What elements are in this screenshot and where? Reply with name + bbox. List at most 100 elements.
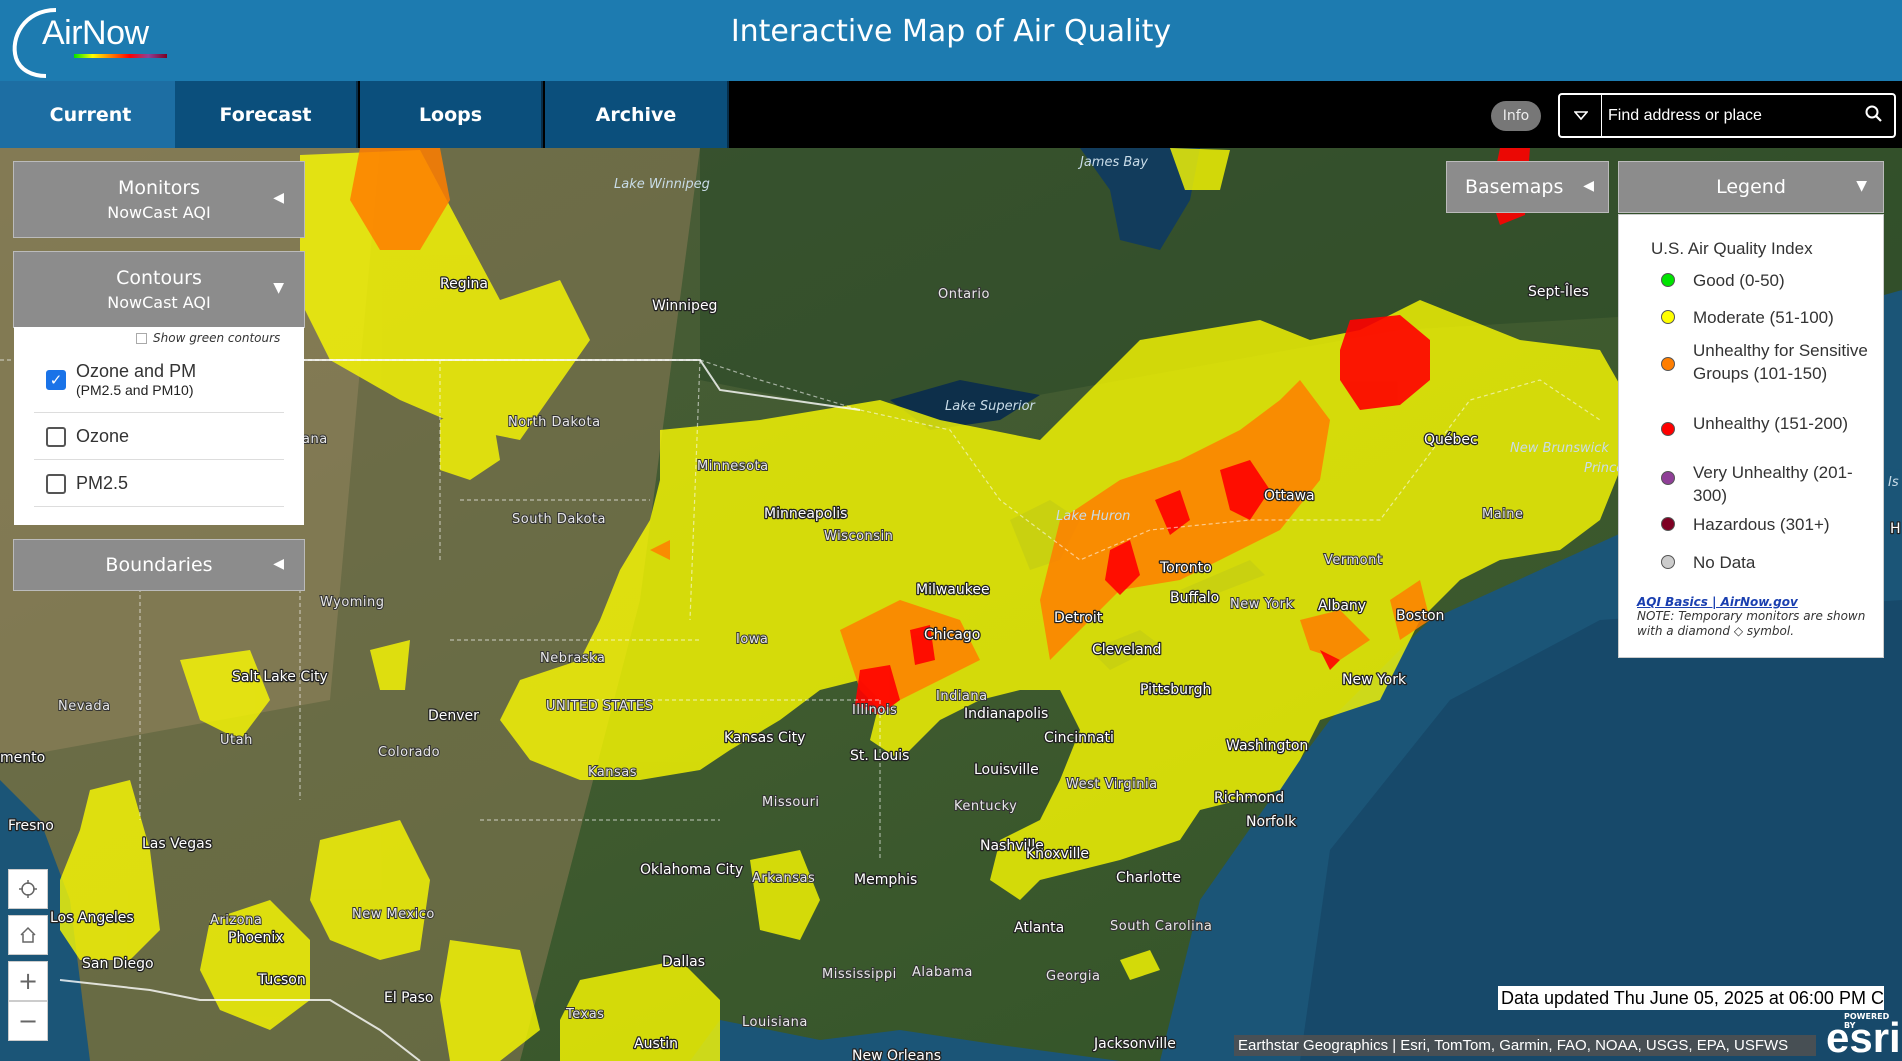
label-utah: Utah [220, 733, 253, 748]
label-buffalo: Buffalo [1170, 590, 1219, 606]
label-lake-winnipeg: Lake Winnipeg [614, 177, 710, 192]
basemaps-panel-header[interactable]: Basemaps ◀ [1446, 161, 1609, 213]
contours-panel-header[interactable]: Contours NowCast AQI ▼ [13, 251, 305, 328]
contours-panel-body: Show green contours ✓ Ozone and PM (PM2.… [14, 327, 304, 525]
legend-item-moderate: Moderate (51-100) [1661, 306, 1871, 329]
legend-label: No Data [1693, 553, 1756, 572]
label-los-angeles: Los Angeles [50, 910, 134, 926]
contours-title: Contours [116, 267, 202, 289]
ozone-checkbox[interactable] [46, 426, 66, 447]
legend-panel-header[interactable]: Legend ▼ [1618, 161, 1884, 213]
label-jacksonville: Jacksonville [1093, 1036, 1176, 1052]
boundaries-title: Boundaries [105, 554, 213, 576]
label-phoenix: Phoenix [228, 930, 284, 946]
label-cincinnati: Cincinnati [1044, 730, 1114, 746]
no-data-color-dot [1661, 555, 1675, 569]
caret-down-icon: ▼ [1856, 178, 1867, 194]
search-options-dropdown[interactable] [1560, 95, 1602, 136]
header: AirNow Interactive Map of Air Quality [0, 0, 1902, 81]
good-color-dot [1661, 273, 1675, 287]
label-atlanta: Atlanta [1014, 920, 1064, 936]
label-norfolk: Norfolk [1246, 814, 1297, 830]
aqi-basics-link[interactable]: AQI Basics | AirNow.gov [1637, 595, 1798, 609]
zoom-in-button[interactable]: + [8, 961, 48, 1001]
label-cleveland: Cleveland [1092, 642, 1161, 658]
hazardous-color-dot [1661, 517, 1675, 531]
very-unhealthy-color-dot [1661, 471, 1675, 485]
tab-loops[interactable]: Loops [360, 81, 543, 148]
label-south-dakota: South Dakota [512, 512, 606, 527]
label-charlotte: Charlotte [1116, 870, 1181, 886]
option-pm25[interactable]: PM2.5 [34, 461, 284, 507]
legend-item-good: Good (0-50) [1661, 269, 1871, 292]
tab-current[interactable]: Current [0, 81, 183, 148]
locate-button[interactable] [8, 869, 48, 909]
contours-subtitle: NowCast AQI [107, 293, 211, 312]
label-kansas-city: Kansas City [724, 730, 805, 746]
legend-label: Good (0-50) [1693, 271, 1785, 290]
label-milwaukee: Milwaukee [916, 582, 990, 598]
label-new-york: New York [1342, 672, 1407, 688]
label-mississippi: Mississippi [822, 967, 897, 982]
label-wisconsin: Wisconsin [824, 529, 893, 544]
caret-left-icon: ◀ [273, 556, 284, 572]
label-new-york-state: New York [1230, 597, 1294, 612]
label-texas: Texas [565, 1007, 604, 1022]
label-ottawa: Ottawa [1264, 488, 1315, 504]
show-green-label: Show green contours [153, 331, 281, 345]
label-detroit: Detroit [1054, 610, 1103, 626]
legend-title: Legend [1716, 176, 1786, 198]
label-sacramento: mento [0, 750, 45, 766]
label-memphis: Memphis [854, 872, 917, 888]
boundaries-panel-header[interactable]: Boundaries ◀ [13, 539, 305, 591]
label-knoxville: Knoxville [1026, 846, 1089, 862]
temporary-monitors-note: NOTE: Temporary monitors are shown with … [1637, 609, 1866, 638]
legend-index-title: U.S. Air Quality Index [1651, 239, 1813, 258]
legend-label: Very Unhealthy (201-300) [1693, 463, 1853, 505]
data-updated-timestamp: Data updated Thu June 05, 2025 at 06:00 … [1498, 986, 1884, 1010]
legend-item-very-unhealthy: Very Unhealthy (201-300) [1661, 461, 1871, 507]
search-input[interactable] [1608, 101, 1848, 130]
label-colorado: Colorado [378, 745, 440, 760]
label-south-carolina: South Carolina [1110, 919, 1212, 934]
label-winnipeg: Winnipeg [652, 298, 717, 314]
label-fresno: Fresno [8, 818, 54, 834]
label-las-vegas: Las Vegas [142, 836, 212, 852]
show-green-contours-toggle[interactable]: Show green contours [136, 331, 280, 345]
esri-logo[interactable]: esri [1826, 1014, 1901, 1061]
label-denver: Denver [428, 708, 479, 724]
label-chicago: Chicago [924, 627, 980, 643]
plus-icon: + [17, 967, 39, 995]
label-united-states: UNITED STATES [546, 699, 653, 714]
label-missouri: Missouri [762, 795, 820, 810]
ozone-and-pm-checkbox[interactable]: ✓ [46, 369, 66, 390]
label-albany: Albany [1318, 598, 1366, 614]
label-el-paso: El Paso [384, 990, 433, 1006]
option-ozone[interactable]: Ozone [34, 414, 284, 460]
ozone-and-pm-label: Ozone and PM [76, 361, 197, 381]
logo-color-bar [74, 54, 167, 58]
info-button[interactable]: Info [1491, 101, 1541, 131]
search-icon[interactable] [1864, 104, 1884, 124]
pm25-checkbox[interactable] [46, 473, 66, 494]
home-button[interactable] [8, 915, 48, 955]
option-ozone-and-pm[interactable]: ✓ Ozone and PM (PM2.5 and PM10) [34, 347, 284, 413]
tab-forecast[interactable]: Forecast [175, 81, 358, 148]
legend-item-no-data: No Data [1661, 551, 1871, 574]
show-green-checkbox[interactable] [136, 332, 147, 344]
label-louisville: Louisville [974, 762, 1039, 778]
minus-icon: − [17, 1007, 39, 1035]
tab-archive[interactable]: Archive [545, 81, 729, 148]
monitors-panel-header[interactable]: Monitors NowCast AQI ◀ [13, 161, 305, 238]
map-attribution[interactable]: Earthstar Geographics | Esri, TomTom, Ga… [1234, 1035, 1816, 1056]
label-illinois: Illinois [852, 703, 897, 718]
home-icon [20, 926, 36, 943]
label-minnesota: Minnesota [697, 459, 769, 474]
label-nevada: Nevada [58, 699, 111, 714]
usg-color-dot [1661, 357, 1675, 371]
legend-panel-body: U.S. Air Quality Index Good (0-50) Moder… [1618, 214, 1884, 658]
monitors-title: Monitors [117, 177, 201, 199]
zoom-out-button[interactable]: − [8, 1001, 48, 1041]
label-montana: ana [302, 432, 328, 447]
label-pittsburgh: Pittsburgh [1140, 682, 1211, 698]
